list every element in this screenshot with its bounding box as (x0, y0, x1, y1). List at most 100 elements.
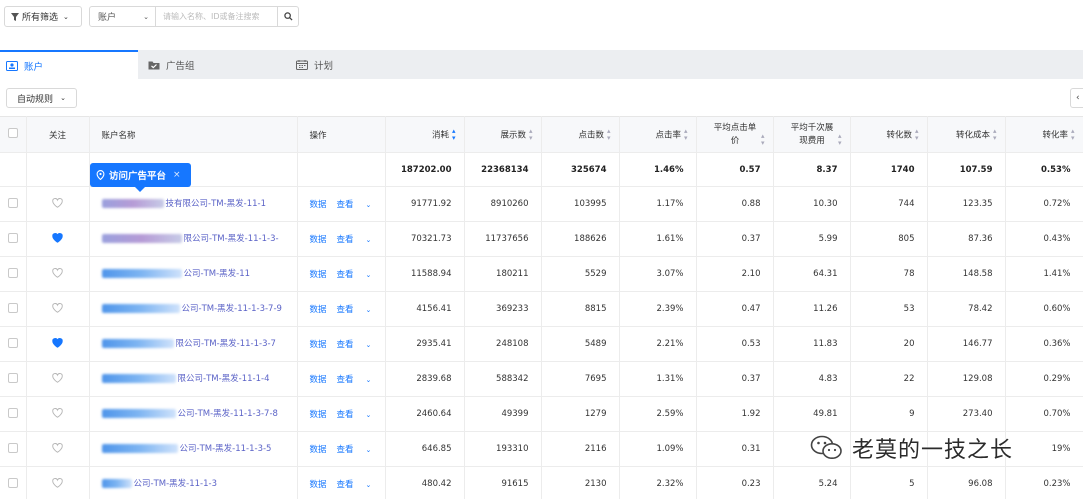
follow-cell[interactable] (26, 396, 90, 432)
data-link[interactable]: 数据 (310, 200, 327, 210)
header-cost[interactable]: 消耗 ▴ ▾ (385, 116, 465, 153)
row-checkbox[interactable] (7, 232, 18, 243)
row-select-cell[interactable] (0, 186, 27, 222)
view-dropdown[interactable]: 查看 ⌄ (337, 480, 382, 490)
heart-icon[interactable] (52, 267, 63, 278)
view-dropdown[interactable]: 查看 ⌄ (337, 445, 382, 455)
table-row[interactable]: 公司-TM-黑发-11-1-3 数据 查看 ⌄ 480.42 91615 2130 2.32%… (0, 466, 1083, 499)
account-name-cell[interactable]: 限公司-TM-黑发-11-1-3- (89, 221, 298, 257)
account-name-link[interactable]: 限公司-TM-黑发-11-1-3-7 (101, 337, 297, 351)
account-name-cell[interactable]: 限公司-TM-黑发-11-1-4 (89, 361, 298, 397)
data-link[interactable]: 数据 (310, 305, 327, 315)
table-row[interactable]: 公司-TM-黑发-11-1-3-7-8 数据 查看 ⌄ 2460.64 49399 1279… (0, 396, 1083, 432)
account-name-link[interactable]: 限公司-TM-黑发-11-1-4 (101, 372, 297, 386)
data-link[interactable]: 数据 (310, 235, 327, 245)
heart-icon[interactable] (52, 197, 63, 208)
heart-icon[interactable] (52, 232, 63, 243)
row-select-cell[interactable] (0, 466, 27, 499)
table-row[interactable]: 限公司-TM-黑发-11-1-4 数据 查看 ⌄ 2839.68 588342 7695 1.… (0, 361, 1083, 397)
row-select-cell[interactable] (0, 431, 27, 467)
row-checkbox[interactable] (7, 337, 18, 348)
account-name-link[interactable]: 技有限公司-TM-黑发-11-1 (101, 197, 297, 211)
header-cvr[interactable]: 转化率 ▴ ▾ (1005, 116, 1083, 153)
account-name-cell[interactable]: 技有限公司-TM-黑发-11-1 (89, 186, 298, 222)
table-row[interactable]: 公司-TM-黑发-11 数据 查看 ⌄ 11588.94 180211 5529 3.07% 2… (0, 256, 1083, 292)
follow-cell[interactable] (26, 326, 90, 362)
account-name-link[interactable]: 限公司-TM-黑发-11-1-3- (101, 232, 297, 246)
column-settings-button[interactable]: ‹ (1070, 88, 1083, 108)
heart-icon[interactable] (52, 477, 63, 488)
table-row[interactable]: 公司-TM-黑发-11-1-3-7-9 数据 查看 ⌄ 4156.41 369233 881… (0, 291, 1083, 327)
heart-icon[interactable] (52, 442, 63, 453)
follow-cell[interactable] (26, 466, 90, 499)
heart-icon[interactable] (52, 302, 63, 313)
follow-cell[interactable] (26, 221, 90, 257)
search-button[interactable] (277, 7, 298, 26)
all-filters-button[interactable]: 所有筛选 ⌄ (4, 6, 82, 27)
follow-cell[interactable] (26, 361, 90, 397)
view-dropdown[interactable]: 查看 ⌄ (337, 270, 382, 280)
header-ctr[interactable]: 点击率 ▴ ▾ (619, 116, 697, 153)
heart-icon[interactable] (52, 407, 63, 418)
account-name-link[interactable]: 公司-TM-黑发-11 (101, 267, 297, 281)
row-checkbox[interactable] (7, 407, 18, 418)
table-row[interactable]: 技有限公司-TM-黑发-11-1 数据 查看 ⌄ 91771.92 8910260 1039… (0, 186, 1083, 222)
header-conversions[interactable]: 转化数 ▴ ▾ (850, 116, 928, 153)
search-input[interactable] (156, 7, 277, 26)
account-name-link[interactable]: 公司-TM-黑发-11-1-3 (101, 477, 297, 491)
follow-cell[interactable] (26, 431, 90, 467)
search-type-select[interactable]: 账户 ⌄ (90, 7, 156, 26)
visit-ad-platform-tooltip[interactable]: 访问广告平台 × (90, 163, 191, 192)
header-select-all[interactable] (0, 116, 27, 153)
account-name-cell[interactable]: 公司-TM-黑发-11 (89, 256, 298, 292)
follow-cell[interactable] (26, 291, 90, 327)
header-cpm[interactable]: 平均千次展现费用 ▴ ▾ (773, 116, 851, 153)
view-dropdown[interactable]: 查看 ⌄ (337, 375, 382, 385)
row-select-cell[interactable] (0, 326, 27, 362)
row-checkbox[interactable] (7, 442, 18, 453)
row-checkbox[interactable] (7, 372, 18, 383)
header-clicks[interactable]: 点击数 ▴ ▾ (541, 116, 620, 153)
header-cpc[interactable]: 平均点击单价 ▴ ▾ (696, 116, 774, 153)
row-checkbox[interactable] (7, 267, 18, 278)
view-dropdown[interactable]: 查看 ⌄ (337, 200, 382, 210)
data-link[interactable]: 数据 (310, 270, 327, 280)
data-link[interactable]: 数据 (310, 340, 327, 350)
auto-rule-button[interactable]: 自动规则 ⌄ (6, 88, 77, 108)
account-name-cell[interactable]: 公司-TM-黑发-11-1-3-5 (89, 431, 298, 467)
tab-account[interactable]: 账户 (0, 50, 138, 79)
account-name-cell[interactable]: 限公司-TM-黑发-11-1-3-7 (89, 326, 298, 362)
account-name-cell[interactable]: 公司-TM-黑发-11-1-3-7-8 (89, 396, 298, 432)
account-name-cell[interactable]: 公司-TM-黑发-11-1-3-7-9 (89, 291, 298, 327)
heart-icon[interactable] (52, 337, 63, 348)
select-all-checkbox[interactable] (7, 128, 18, 138)
data-link[interactable]: 数据 (310, 445, 327, 455)
row-select-cell[interactable] (0, 396, 27, 432)
data-link[interactable]: 数据 (310, 375, 327, 385)
view-dropdown[interactable]: 查看 ⌄ (337, 340, 382, 350)
table-row[interactable]: 限公司-TM-黑发-11-1-3- 数据 查看 ⌄ 70321.73 11737656 18… (0, 221, 1083, 257)
follow-cell[interactable] (26, 256, 90, 292)
table-row[interactable]: 限公司-TM-黑发-11-1-3-7 数据 查看 ⌄ 2935.41 248108 5489… (0, 326, 1083, 362)
account-name-link[interactable]: 公司-TM-黑发-11-1-3-5 (101, 442, 297, 456)
row-select-cell[interactable] (0, 291, 27, 327)
row-select-cell[interactable] (0, 361, 27, 397)
follow-cell[interactable] (26, 186, 90, 222)
account-name-link[interactable]: 公司-TM-黑发-11-1-3-7-8 (101, 407, 297, 421)
row-select-cell[interactable] (0, 256, 27, 292)
tab-plan[interactable]: 计划 (296, 50, 436, 79)
account-name-link[interactable]: 公司-TM-黑发-11-1-3-7-9 (101, 302, 297, 316)
account-name-cell[interactable]: 公司-TM-黑发-11-1-3 (89, 466, 298, 499)
heart-icon[interactable] (52, 372, 63, 383)
data-link[interactable]: 数据 (310, 410, 327, 420)
row-checkbox[interactable] (7, 197, 18, 208)
view-dropdown[interactable]: 查看 ⌄ (337, 235, 382, 245)
view-dropdown[interactable]: 查看 ⌄ (337, 410, 382, 420)
tab-adgroup[interactable]: 广告组 (148, 50, 288, 79)
data-link[interactable]: 数据 (310, 480, 327, 490)
header-cpa[interactable]: 转化成本 ▴ ▾ (927, 116, 1006, 153)
close-icon[interactable]: × (173, 170, 181, 180)
header-impressions[interactable]: 展示数 ▴ ▾ (464, 116, 542, 153)
row-checkbox[interactable] (7, 302, 18, 313)
view-dropdown[interactable]: 查看 ⌄ (337, 305, 382, 315)
